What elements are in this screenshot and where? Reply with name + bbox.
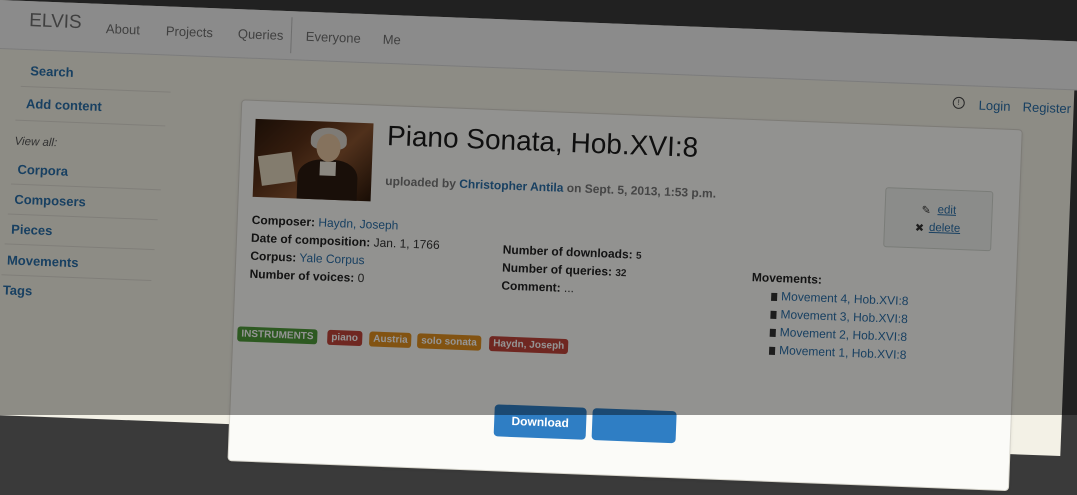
modal-dim-overlay: [0, 0, 1077, 415]
